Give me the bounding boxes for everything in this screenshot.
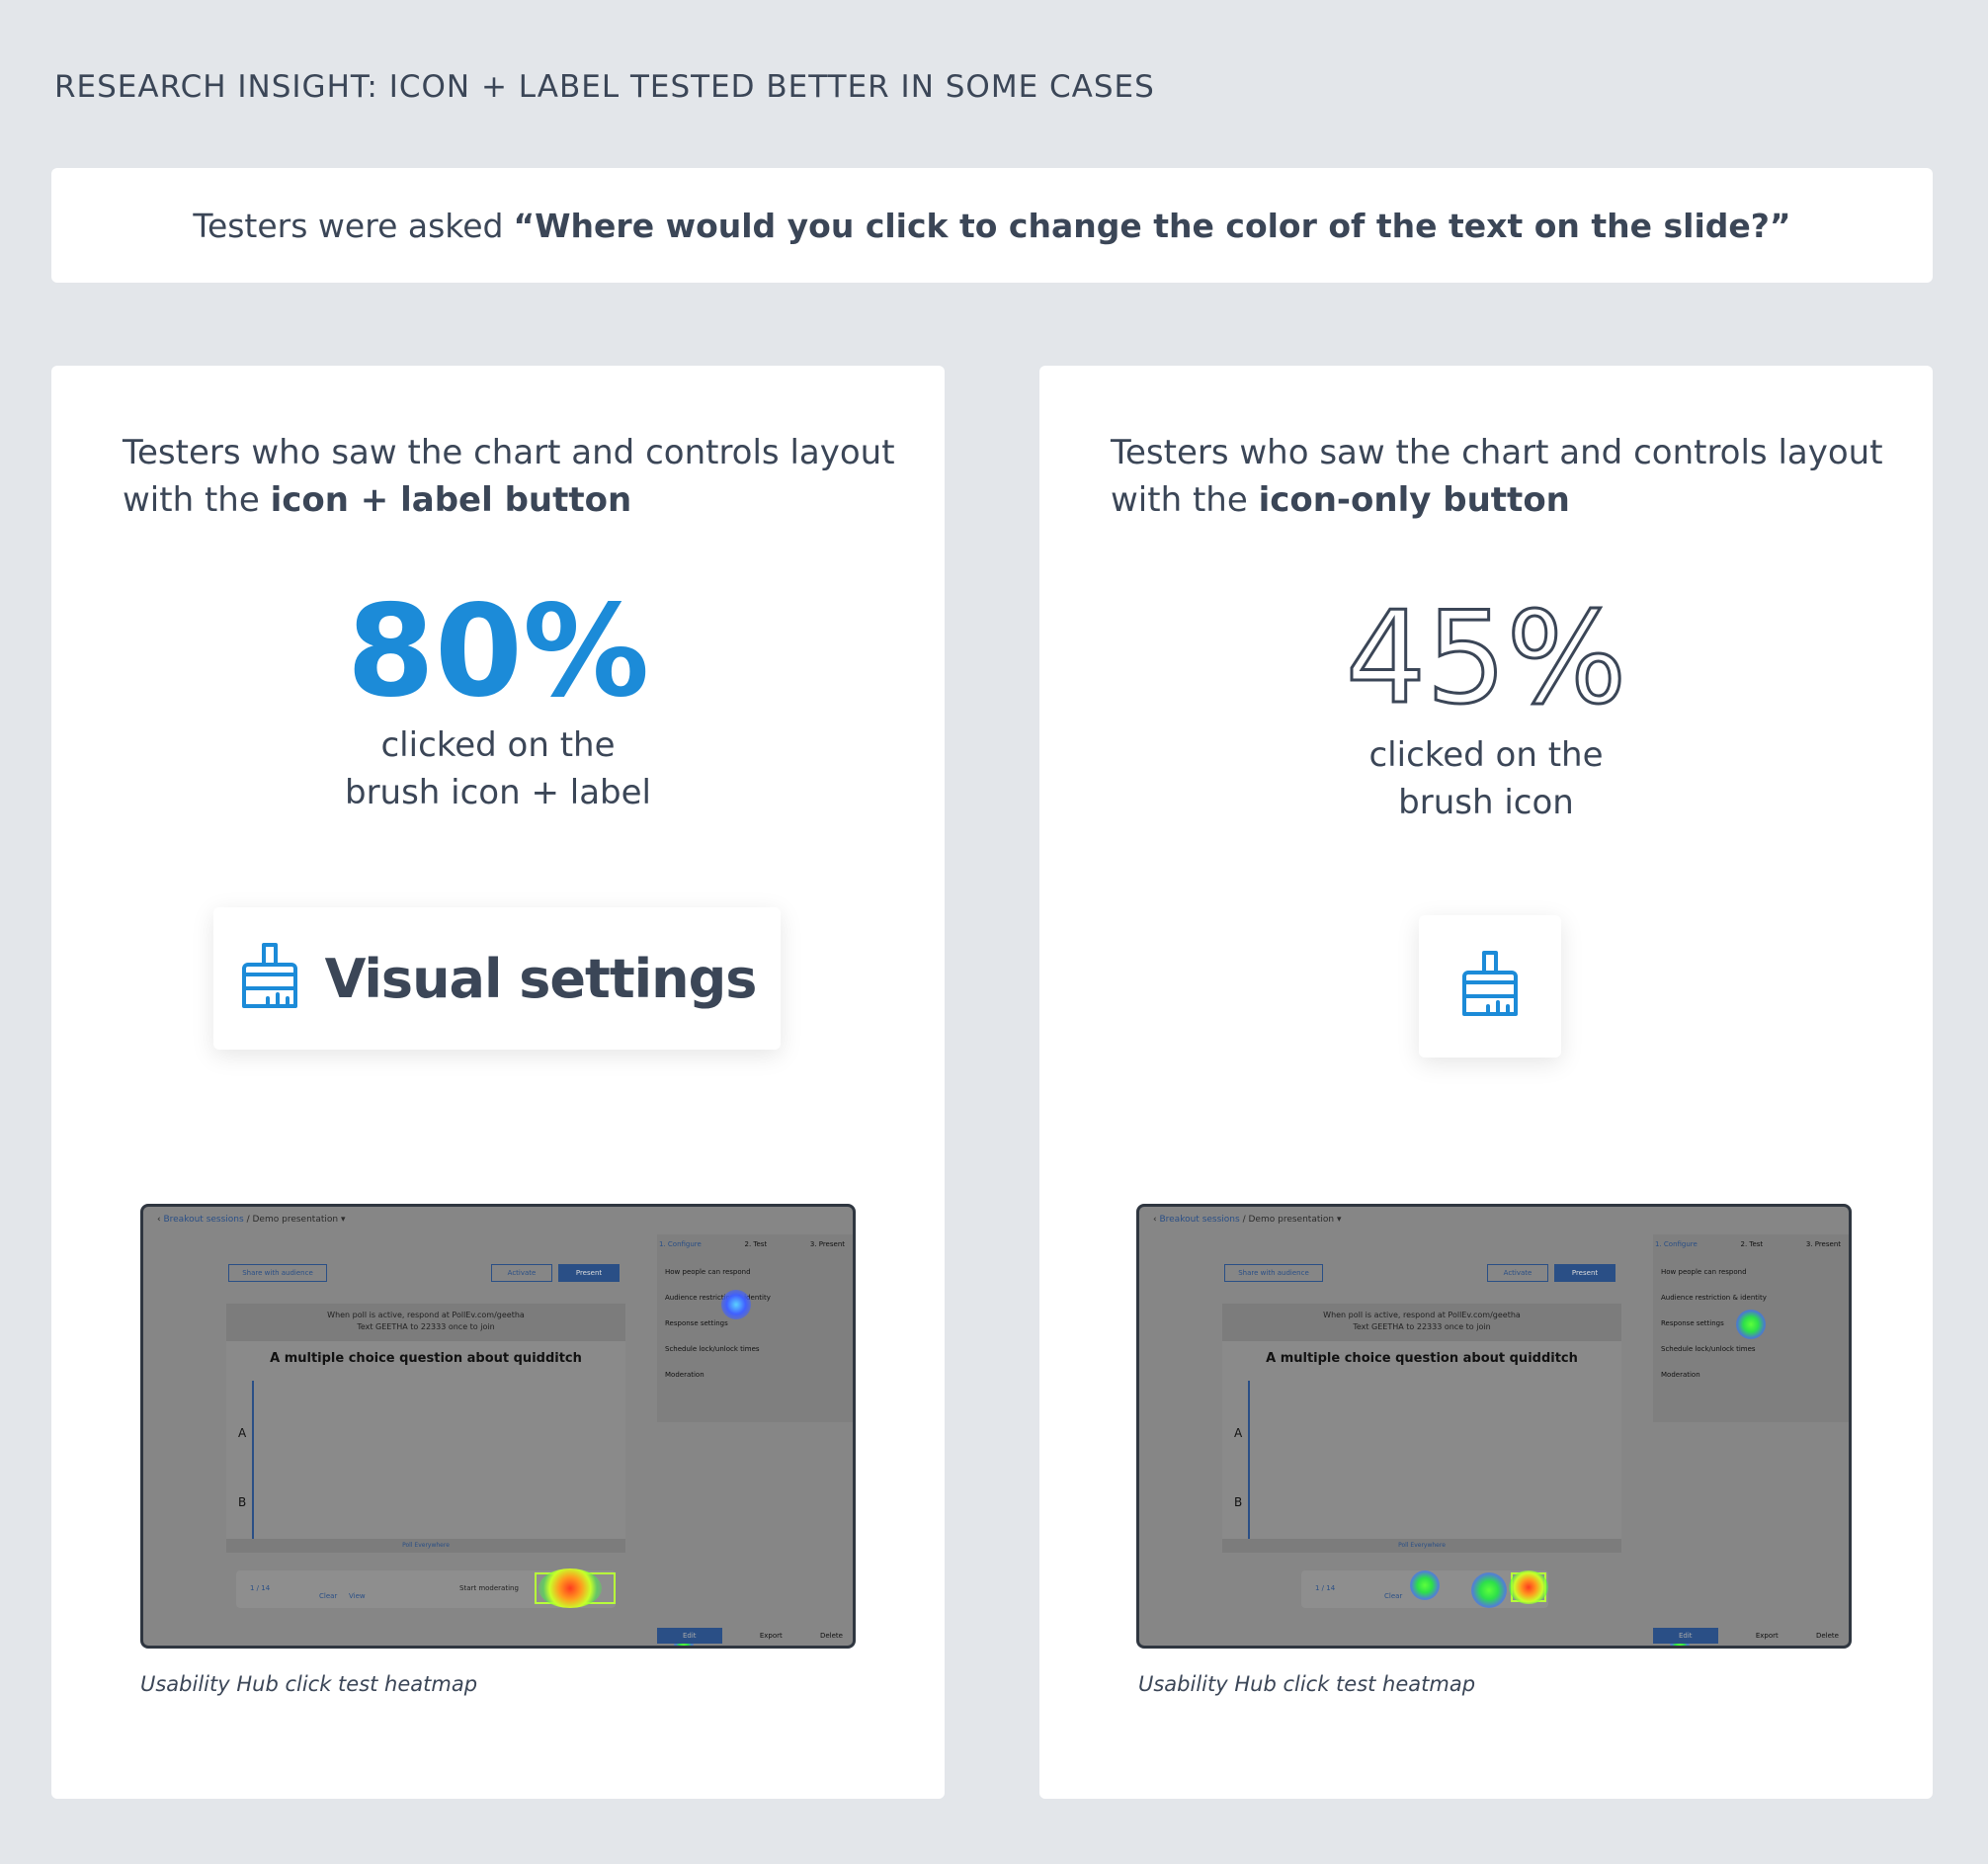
- step: 1. Configure: [1655, 1240, 1698, 1248]
- pager: 1 / 14: [250, 1584, 271, 1592]
- panel-item: Response settings: [665, 1319, 728, 1327]
- heatmap-breadcrumb: ‹ Breakout sessions / Demo presentation …: [157, 1215, 345, 1225]
- presentation-name: Demo presentation: [1248, 1215, 1335, 1225]
- heatmap-breadcrumb: ‹ Breakout sessions / Demo presentation …: [1153, 1215, 1341, 1225]
- panel-item: Schedule lock/unlock times: [665, 1345, 760, 1353]
- panel-item: How people can respond: [1661, 1268, 1747, 1276]
- slide-instructions: When poll is active, respond at PollEv.c…: [1222, 1304, 1621, 1341]
- page-heading: RESEARCH INSIGHT: ICON + LABEL TESTED BE…: [54, 69, 1155, 105]
- heatmap-hotspot: [1410, 1570, 1440, 1600]
- panel-item: Moderation: [665, 1371, 704, 1379]
- slide-question-title: A multiple choice question about quiddit…: [1266, 1351, 1578, 1366]
- icon-only-result-card: Testers who saw the chart and controls l…: [1039, 366, 1933, 1799]
- slide-question-title: A multiple choice question about quiddit…: [270, 1351, 582, 1366]
- caret-down-icon: ▾: [340, 1215, 346, 1225]
- heatmap-hotspot: [1736, 1310, 1766, 1339]
- start-moderating-label: Start moderating: [459, 1584, 519, 1592]
- clear-label: Clear: [1384, 1592, 1403, 1600]
- card-description-bold: icon + label button: [270, 480, 632, 520]
- text-line: Text GEETHA to 22333 once to join: [1353, 1322, 1491, 1331]
- step: 1. Configure: [659, 1240, 702, 1248]
- stat-caption: clicked on the brush icon + label: [51, 721, 945, 816]
- heatmap-hotspot: [538, 1568, 602, 1608]
- stat-caption-line: clicked on the: [380, 725, 616, 765]
- option-a: A: [1234, 1426, 1243, 1440]
- respond-line: When poll is active, respond at PollEv.c…: [327, 1311, 525, 1319]
- stat-caption: clicked on the brush icon: [1039, 731, 1933, 826]
- clear-label: Clear: [319, 1592, 338, 1600]
- view-label: View: [349, 1592, 366, 1600]
- panel-item: Audience restriction & identity: [1661, 1294, 1767, 1302]
- settings-panel: [657, 1234, 853, 1422]
- step: 3. Present: [1805, 1240, 1841, 1248]
- breadcrumb-separator: /: [1242, 1215, 1246, 1225]
- step: 3. Present: [809, 1240, 845, 1248]
- respond-line: When poll is active, respond at PollEv.c…: [1323, 1311, 1521, 1319]
- edit-tab: Edit: [657, 1628, 722, 1644]
- pager: 1 / 14: [1315, 1584, 1336, 1592]
- brush-icon: [1458, 949, 1522, 1024]
- option-b: B: [1234, 1495, 1243, 1509]
- slide-footer-brand: Poll Everywhere: [226, 1539, 625, 1553]
- present-button: Present: [558, 1264, 620, 1282]
- option-a: A: [238, 1426, 247, 1440]
- edit-tab: Edit: [1653, 1628, 1718, 1644]
- heatmap-caption: Usability Hub click test heatmap: [1138, 1672, 1476, 1696]
- heatmap-hotspot: [1471, 1572, 1507, 1608]
- question-prefix: Testers were asked: [193, 206, 504, 245]
- present-button: Present: [1554, 1264, 1615, 1282]
- brush-icon-button[interactable]: [1419, 915, 1561, 1058]
- icon-label-result-card: Testers who saw the chart and controls l…: [51, 366, 945, 1799]
- share-button: Share with audience: [228, 1264, 327, 1282]
- card-description: Testers who saw the chart and controls l…: [123, 429, 903, 524]
- heatmap-caption: Usability Hub click test heatmap: [140, 1672, 478, 1696]
- config-steps: 1. Configure 2. Test 3. Present: [1655, 1240, 1841, 1248]
- stat-caption-line: brush icon: [1398, 783, 1574, 822]
- stat-percentage: 45%: [1344, 585, 1628, 732]
- share-button: Share with audience: [1224, 1264, 1323, 1282]
- chart-axis: [252, 1381, 254, 1539]
- slide-instructions: When poll is active, respond at PollEv.c…: [226, 1304, 625, 1341]
- panel-item: Moderation: [1661, 1371, 1700, 1379]
- step: 2. Test: [1740, 1240, 1764, 1248]
- click-heatmap: ‹ Breakout sessions / Demo presentation …: [1136, 1204, 1852, 1649]
- text-line: Text GEETHA to 22333 once to join: [357, 1322, 495, 1331]
- heatmap-hotspot: [721, 1290, 751, 1319]
- brush-icon: [238, 941, 301, 1016]
- panel-actions: Edit Export Delete: [657, 1626, 853, 1646]
- stat-percentage: 80%: [346, 578, 650, 725]
- option-b: B: [238, 1495, 247, 1509]
- panel-item: How people can respond: [665, 1268, 751, 1276]
- panel-item: Audience restriction & identity: [665, 1294, 771, 1302]
- visual-settings-label: Visual settings: [324, 947, 758, 1010]
- breadcrumb-separator: /: [246, 1215, 250, 1225]
- export-tab: Export: [1755, 1632, 1779, 1640]
- step: 2. Test: [744, 1240, 768, 1248]
- panel-item: Schedule lock/unlock times: [1661, 1345, 1756, 1353]
- breadcrumb-link: Breakout sessions: [1159, 1215, 1240, 1225]
- click-heatmap: ‹ Breakout sessions / Demo presentation …: [140, 1204, 856, 1649]
- visual-settings-button[interactable]: Visual settings: [213, 907, 781, 1050]
- breadcrumb-link: Breakout sessions: [163, 1215, 244, 1225]
- chart-axis: [1248, 1381, 1250, 1539]
- activate-button: Activate: [1487, 1264, 1548, 1282]
- presentation-name: Demo presentation: [252, 1215, 339, 1225]
- panel-actions: Edit Export Delete: [1653, 1626, 1849, 1646]
- export-tab: Export: [759, 1632, 783, 1640]
- card-description: Testers who saw the chart and controls l…: [1111, 429, 1891, 524]
- heatmap-hotspot: [1509, 1570, 1548, 1604]
- delete-tab: Delete: [819, 1632, 843, 1640]
- activate-button: Activate: [491, 1264, 552, 1282]
- slide-footer-brand: Poll Everywhere: [1222, 1539, 1621, 1553]
- delete-tab: Delete: [1815, 1632, 1839, 1640]
- stat-caption-line: clicked on the: [1368, 735, 1604, 775]
- caret-down-icon: ▾: [1336, 1215, 1342, 1225]
- config-steps: 1. Configure 2. Test 3. Present: [659, 1240, 845, 1248]
- stat-caption-line: brush icon + label: [344, 773, 651, 812]
- question-banner: Testers were asked “Where would you clic…: [51, 168, 1933, 283]
- question-quote: “Where would you click to change the col…: [513, 206, 1791, 245]
- card-description-bold: icon-only button: [1258, 480, 1570, 520]
